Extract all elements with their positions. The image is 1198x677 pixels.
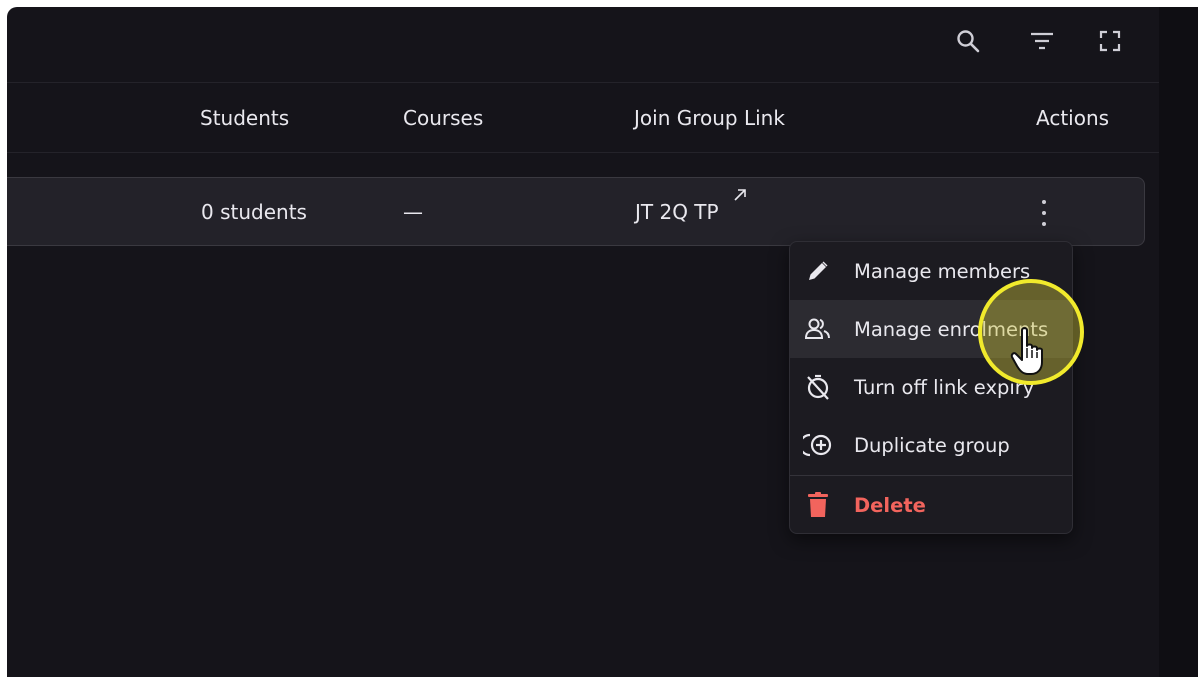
groups-table-panel: Students Courses Join Group Link Actions… [7,7,1159,677]
table-row[interactable]: 0 students — JT 2Q TP [7,177,1145,246]
kebab-dot [1042,211,1046,215]
duplicate-circle-plus-icon [803,430,833,460]
menu-item-label: Delete [854,493,926,517]
kebab-dot [1042,222,1046,226]
table-header-row: Students Courses Join Group Link Actions [7,83,1159,153]
external-link-icon[interactable] [733,188,747,206]
menu-item-manage-enrolments[interactable]: Manage enrolments [790,300,1072,358]
courses-value: — [403,200,423,224]
pencil-icon [803,256,833,286]
row-actions-menu: Manage members Manage enrolments Turn of… [789,241,1073,534]
menu-item-label: Duplicate group [854,433,1010,457]
table-toolbar [7,7,1159,83]
join-group-link[interactable]: JT 2Q TP [635,200,719,224]
column-header-courses[interactable]: Courses [403,106,483,130]
menu-item-duplicate-group[interactable]: Duplicate group [790,416,1072,474]
menu-item-turn-off-link-expiry[interactable]: Turn off link expiry [790,358,1072,416]
menu-item-label: Turn off link expiry [854,375,1035,399]
trash-icon [803,490,833,520]
students-count: 0 students [201,200,307,224]
column-header-actions: Actions [1036,106,1110,130]
column-header-join-group-link[interactable]: Join Group Link [634,106,785,130]
users-icon [803,314,833,344]
fullscreen-icon[interactable] [1094,25,1126,57]
menu-item-delete[interactable]: Delete [790,476,1072,533]
more-vertical-icon[interactable] [1032,198,1056,228]
search-icon[interactable] [952,25,984,57]
kebab-dot [1042,200,1046,204]
menu-item-label: Manage enrolments [854,317,1049,341]
timer-off-icon [803,372,833,402]
menu-item-label: Manage members [854,259,1031,283]
filter-icon[interactable] [1026,25,1058,57]
menu-item-manage-members[interactable]: Manage members [790,242,1072,300]
side-panel-edge [1159,7,1198,677]
column-header-students[interactable]: Students [200,106,289,130]
